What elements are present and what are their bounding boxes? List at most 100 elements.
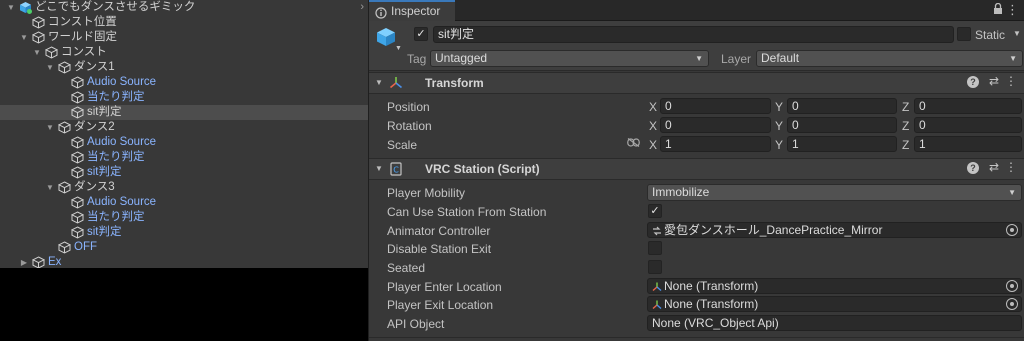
hierarchy-row[interactable]: ▼ どこでもダンスさせるギミック: [0, 0, 368, 15]
preset-icon[interactable]: ⇄: [989, 160, 999, 174]
rotation-z-field[interactable]: 0: [914, 117, 1022, 133]
hierarchy-row[interactable]: コンスト位置: [0, 15, 368, 30]
seated-checkbox[interactable]: [648, 260, 662, 274]
layer-dropdown[interactable]: Default ▼: [756, 50, 1023, 67]
help-icon[interactable]: ?: [967, 162, 979, 174]
expand-down-icon[interactable]: ▼: [6, 0, 16, 15]
hierarchy-row-label: sit判定: [87, 226, 122, 238]
hierarchy-row[interactable]: ▼ ダンス2: [0, 120, 368, 135]
disable-station-exit-checkbox[interactable]: [648, 241, 662, 255]
axis-y-label[interactable]: Y: [775, 138, 783, 152]
more-menu-icon[interactable]: ⋮: [1005, 74, 1017, 88]
cube-icon: [31, 256, 46, 268]
expand-right-icon[interactable]: ▶: [19, 255, 29, 268]
static-checkbox[interactable]: [957, 27, 971, 41]
expand-down-icon[interactable]: ▼: [45, 120, 55, 135]
more-menu-icon[interactable]: ⋮: [1006, 2, 1019, 18]
axis-x-label[interactable]: X: [649, 138, 657, 152]
hierarchy-row[interactable]: 当たり判定: [0, 150, 368, 165]
link-icon[interactable]: [627, 138, 640, 150]
axis-z-label[interactable]: Z: [902, 100, 909, 114]
hierarchy-row-label: ダンス3: [74, 181, 115, 193]
preset-icon[interactable]: ⇄: [989, 74, 999, 88]
fold-arrow-icon[interactable]: ▼: [375, 164, 383, 173]
hierarchy-row[interactable]: ▼ ダンス3: [0, 180, 368, 195]
object-picker-icon[interactable]: [1006, 280, 1018, 292]
cube-icon: [57, 121, 72, 134]
object-picker-icon[interactable]: [1006, 298, 1018, 310]
transform-header[interactable]: ▼ Transform ? ⇄ ⋮: [369, 72, 1024, 94]
vrc-station-header[interactable]: ▼ C VRC Station (Script) ? ⇄ ⋮: [369, 158, 1024, 180]
chevron-down-icon[interactable]: ▼: [1013, 29, 1021, 38]
hierarchy-row-label: コンスト位置: [48, 16, 117, 28]
chevron-down-icon: ▼: [1008, 188, 1016, 197]
player-enter-location-field[interactable]: None (Transform): [647, 278, 1022, 294]
hierarchy-row[interactable]: ▼ ワールド固定: [0, 30, 368, 45]
transform-icon: [652, 281, 662, 293]
player-mobility-dropdown[interactable]: Immobilize ▼: [647, 184, 1022, 201]
hierarchy-row[interactable]: Audio Source: [0, 135, 368, 150]
axis-z-label[interactable]: Z: [902, 138, 909, 152]
cube-icon: [70, 136, 85, 149]
hierarchy-row-label: Audio Source: [87, 196, 157, 208]
player-enter-location-label: Player Enter Location: [387, 280, 502, 294]
axis-x-label[interactable]: X: [649, 100, 657, 114]
tab-inspector[interactable]: Inspector: [369, 0, 455, 21]
more-menu-icon[interactable]: ⋮: [1005, 160, 1017, 174]
hierarchy-row[interactable]: ▼ コンスト: [0, 45, 368, 60]
animator-controller-label: Animator Controller: [387, 224, 491, 238]
axis-x-label[interactable]: X: [649, 119, 657, 133]
hierarchy-row[interactable]: ▶ Ex: [0, 255, 368, 268]
hierarchy-row[interactable]: OFF: [0, 240, 368, 255]
expand-down-icon[interactable]: ▼: [45, 180, 55, 195]
cube-icon: [70, 226, 85, 239]
hierarchy-row[interactable]: 当たり判定: [0, 90, 368, 105]
can-use-station-checkbox[interactable]: ✓: [648, 204, 662, 218]
hierarchy-row-label: sit判定: [87, 166, 122, 178]
chevron-down-icon[interactable]: ▼: [395, 45, 402, 52]
layer-value: Default: [761, 51, 800, 65]
expand-down-icon[interactable]: ▼: [19, 30, 29, 45]
hierarchy-row[interactable]: sit判定: [0, 105, 368, 120]
position-y-field[interactable]: 0: [787, 98, 897, 114]
object-picker-icon[interactable]: [1006, 224, 1018, 236]
hierarchy-row[interactable]: ▼ ダンス1: [0, 60, 368, 75]
tag-dropdown[interactable]: Untagged ▼: [430, 50, 709, 67]
chevron-right-icon[interactable]: ›: [360, 1, 364, 13]
hierarchy-row-label: 当たり判定: [87, 91, 145, 103]
player-exit-location-value: None (Transform): [664, 297, 759, 311]
scale-y-field[interactable]: 1: [787, 136, 897, 152]
hierarchy-row-label: コンスト: [61, 46, 107, 58]
position-z-field[interactable]: 0: [914, 98, 1022, 114]
scale-x-field[interactable]: 1: [660, 136, 771, 152]
tag-label: Tag: [407, 52, 427, 66]
hierarchy-row[interactable]: 当たり判定: [0, 210, 368, 225]
fold-arrow-icon[interactable]: ▼: [375, 78, 383, 87]
api-object-field[interactable]: None (VRC_Object Api): [647, 315, 1022, 331]
hierarchy-row[interactable]: sit判定: [0, 165, 368, 180]
gameobject-name-field[interactable]: sit判定: [433, 26, 954, 43]
expand-down-icon[interactable]: ▼: [32, 45, 42, 60]
scale-z-field[interactable]: 1: [914, 136, 1022, 152]
animator-controller-field[interactable]: 愛包ダンスホール_DancePractice_Mirror: [647, 222, 1022, 238]
active-checkbox[interactable]: ✓: [414, 27, 428, 41]
position-label: Position: [387, 100, 430, 114]
axis-z-label[interactable]: Z: [902, 119, 909, 133]
hierarchy-row-label: 当たり判定: [87, 151, 145, 163]
lock-icon[interactable]: [993, 2, 1003, 18]
gameobject-cube-icon[interactable]: [375, 26, 397, 51]
rotation-y-field[interactable]: 0: [787, 117, 897, 133]
cube-icon: [70, 76, 85, 89]
axis-y-label[interactable]: Y: [775, 100, 783, 114]
expand-down-icon[interactable]: ▼: [45, 60, 55, 75]
rotation-x-field[interactable]: 0: [660, 117, 771, 133]
position-x-field[interactable]: 0: [660, 98, 771, 114]
axis-y-label[interactable]: Y: [775, 119, 783, 133]
player-exit-location-field[interactable]: None (Transform): [647, 296, 1022, 312]
hierarchy-row[interactable]: Audio Source: [0, 75, 368, 90]
help-icon[interactable]: ?: [967, 76, 979, 88]
inspector-panel: Inspector ⋮ ▼ ✓ sit判定 Static ▼ Tag Untag…: [368, 0, 1024, 341]
hierarchy-row[interactable]: Audio Source: [0, 195, 368, 210]
hierarchy-row[interactable]: sit判定: [0, 225, 368, 240]
script-icon: C: [389, 162, 403, 179]
